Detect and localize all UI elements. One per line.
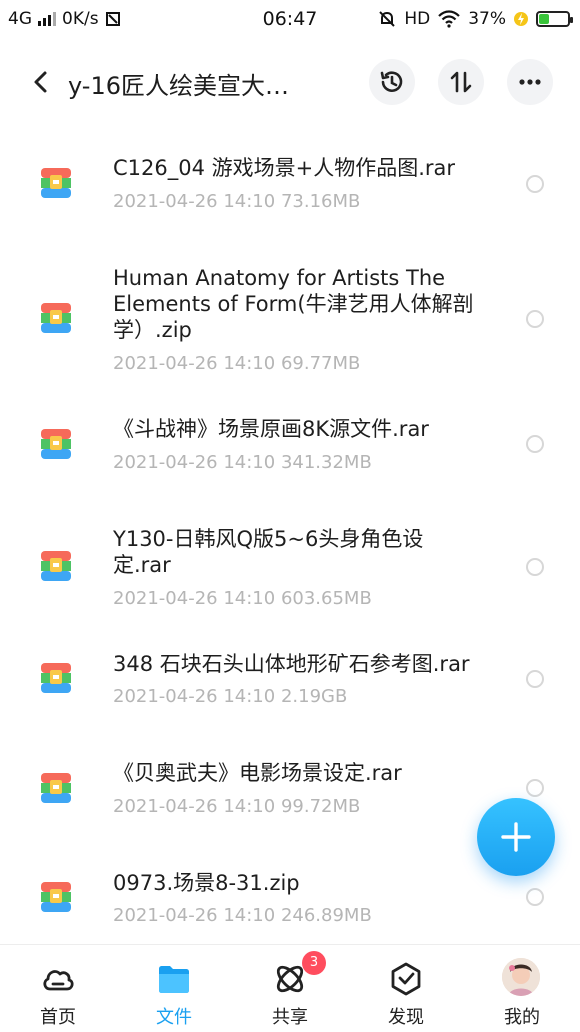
back-arrow-icon[interactable] [24, 64, 60, 100]
battery-percent: 37% [468, 9, 506, 29]
avatar[interactable] [502, 958, 540, 996]
archive-file-icon [41, 551, 71, 581]
archive-file-icon [41, 773, 71, 803]
tab-label: 我的 [504, 1007, 540, 1028]
file-meta: 2021-04-26 14:10 99.72MB [113, 796, 360, 817]
file-name: 348 石块石头山体地形矿石参考图.rar [113, 652, 470, 676]
file-meta: 2021-04-26 14:10 603.65MB [113, 588, 372, 609]
sort-icon [450, 71, 472, 93]
select-radio[interactable] [526, 670, 544, 688]
select-radio[interactable] [526, 888, 544, 906]
file-meta: 2021-04-26 14:10 246.89MB [113, 905, 372, 926]
select-radio[interactable] [526, 558, 544, 576]
tab-label: 首页 [40, 1007, 76, 1028]
header: y-16匠人绘美宣大… [0, 52, 580, 114]
archive-file-icon [41, 429, 71, 459]
plus-icon [501, 822, 531, 852]
file-name: 《斗战神》场景原画8K源文件.rar [113, 417, 429, 441]
file-size: 603.65MB [280, 588, 372, 609]
history-button[interactable] [369, 59, 415, 105]
archive-file-icon [41, 663, 71, 693]
file-meta: 2021-04-26 14:10 2.19GB [113, 686, 347, 707]
select-radio[interactable] [526, 779, 544, 797]
file-name: C126_04 游戏场景+人物作品图.rar [113, 156, 456, 180]
tab-label: 共享 [272, 1007, 308, 1028]
page-title: y-16匠人绘美宣大… [68, 72, 289, 100]
file-meta: 2021-04-26 14:10 69.77MB [113, 353, 360, 374]
add-button[interactable] [477, 798, 555, 876]
tab-discover[interactable]: 发现 [348, 945, 464, 1032]
file-date: 2021-04-26 14:10 [113, 191, 276, 212]
file-size: 99.72MB [280, 796, 361, 817]
select-radio[interactable] [526, 175, 544, 193]
tab-share[interactable]: 共享 [232, 945, 348, 1032]
bottom-nav: 首页 文件 共享 发现 我的 [0, 944, 580, 1032]
file-date: 2021-04-26 14:10 [113, 353, 276, 374]
avatar-image [502, 958, 540, 996]
archive-file-icon [41, 882, 71, 912]
file-name: 《贝奥武夫》电影场景设定.rar [113, 761, 402, 785]
tab-label: 发现 [388, 1007, 424, 1028]
file-name: Y130-日韩风Q版5~6头身角色设定.rar [113, 527, 424, 577]
tab-files[interactable]: 文件 [116, 945, 232, 1032]
more-icon [519, 79, 541, 85]
file-size: 341.32MB [280, 452, 372, 473]
file-size: 246.89MB [280, 905, 372, 926]
wifi-icon [438, 10, 460, 28]
history-icon [380, 71, 403, 92]
file-meta: 2021-04-26 14:10 73.16MB [113, 191, 360, 212]
folder-icon [159, 966, 189, 993]
select-radio[interactable] [526, 310, 544, 328]
file-date: 2021-04-26 14:10 [113, 588, 276, 609]
file-date: 2021-04-26 14:10 [113, 905, 276, 926]
file-name: Human Anatomy for Artists The Elements o… [113, 266, 474, 342]
archive-file-icon [41, 168, 71, 198]
mute-bell-icon [379, 11, 396, 27]
tab-home[interactable]: 首页 [0, 945, 116, 1032]
tab-label: 文件 [156, 1007, 192, 1028]
discover-icon [391, 962, 421, 996]
file-size: 2.19GB [280, 686, 348, 707]
select-radio[interactable] [526, 435, 544, 453]
file-date: 2021-04-26 14:10 [113, 452, 276, 473]
file-date: 2021-04-26 14:10 [113, 686, 276, 707]
charging-icon [514, 12, 528, 26]
hd-indicator: HD [404, 9, 431, 29]
file-meta: 2021-04-26 14:10 341.32MB [113, 452, 372, 473]
cloud-icon [43, 970, 74, 991]
file-size: 73.16MB [280, 191, 361, 212]
file-size: 69.77MB [280, 353, 361, 374]
archive-file-icon [41, 303, 71, 333]
sort-button[interactable] [438, 59, 484, 105]
status-bar: 4G 0K/s 06:47 HD 37% [0, 0, 580, 40]
file-date: 2021-04-26 14:10 [113, 796, 276, 817]
more-button[interactable] [507, 59, 553, 105]
file-name: 0973.场景8-31.zip [113, 871, 300, 895]
battery-icon [536, 11, 573, 27]
share-badge: 3 [302, 951, 326, 975]
